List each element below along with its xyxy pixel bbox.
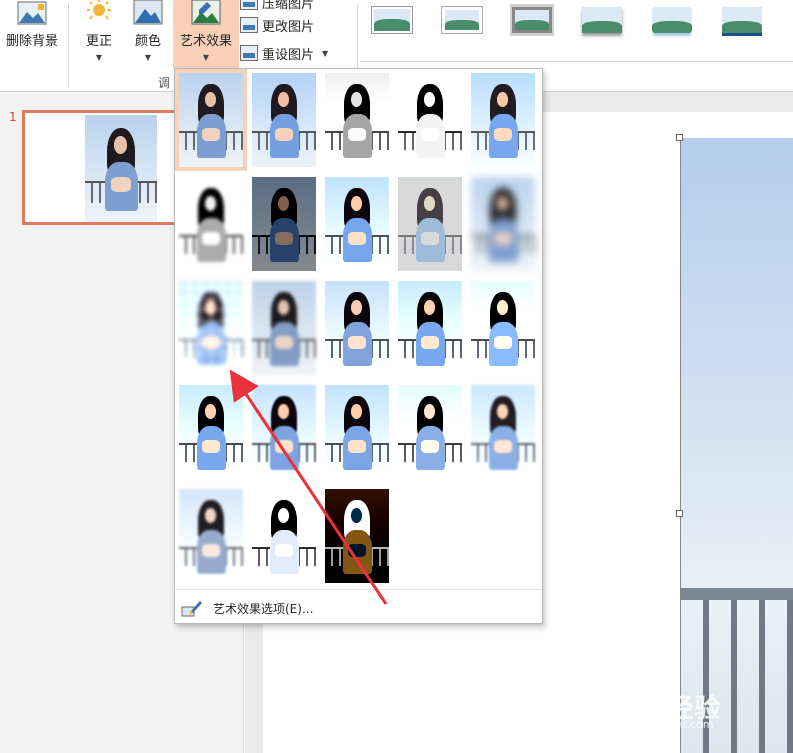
artistic-effect-picture	[471, 73, 535, 167]
artistic-effects-options-label: 艺术效果选项(E)...	[213, 601, 314, 616]
artistic-effect-picture	[398, 177, 462, 271]
artistic-effect-picture	[179, 385, 243, 479]
artistic-effect-thumbnail[interactable]	[175, 381, 247, 483]
artistic-effect-picture	[179, 489, 243, 583]
artistic-effect-thumbnail[interactable]	[321, 69, 393, 171]
artistic-effect-picture	[252, 73, 316, 167]
artistic-effects-button[interactable]: 艺术效果 ▼	[173, 0, 239, 68]
artistic-effect-thumbnail[interactable]	[321, 381, 393, 483]
artistic-effect-picture	[179, 281, 243, 375]
artistic-effects-icon	[191, 0, 221, 25]
artistic-effects-gallery: 艺术效果选项(E)...	[174, 68, 543, 624]
picture-style-item[interactable]	[370, 4, 414, 36]
slide-thumbnail[interactable]	[22, 110, 182, 225]
slide-thumbnail-picture	[85, 115, 157, 222]
gallery-separator	[175, 589, 542, 590]
reset-picture-icon	[240, 45, 258, 61]
artistic-effect-thumbnail[interactable]	[467, 277, 539, 379]
artistic-effect-thumbnail[interactable]	[175, 173, 247, 275]
artistic-effect-thumbnail[interactable]	[394, 69, 466, 171]
artistic-effect-picture	[325, 177, 389, 271]
resize-handle[interactable]	[676, 510, 683, 517]
reset-picture-label: 重设图片	[262, 47, 315, 63]
change-picture-label: 更改图片	[262, 19, 315, 35]
change-picture-button[interactable]: 更改图片	[240, 15, 314, 35]
picture-style-item[interactable]	[720, 4, 764, 36]
change-picture-icon	[240, 17, 258, 33]
chevron-down-icon: ▼	[322, 48, 329, 58]
picture-style-item[interactable]	[510, 4, 554, 36]
artistic-effect-picture	[252, 177, 316, 271]
artistic-effect-thumbnail[interactable]	[321, 485, 393, 587]
chevron-down-icon: ▼	[95, 53, 103, 62]
artistic-effect-picture	[252, 281, 316, 375]
artistic-effect-picture	[252, 489, 316, 583]
selected-picture[interactable]	[680, 138, 793, 753]
color-button[interactable]: 颜色 ▼	[126, 0, 170, 68]
picture-style-item[interactable]	[580, 4, 624, 36]
artistic-effect-thumbnail[interactable]	[394, 277, 466, 379]
artistic-effect-picture	[398, 73, 462, 167]
artistic-effect-thumbnail[interactable]	[248, 381, 320, 483]
artistic-effect-thumbnail[interactable]	[175, 485, 247, 587]
remove-background-label: 删除背景	[5, 34, 58, 49]
artistic-effects-options-item[interactable]: 艺术效果选项(E)...	[175, 593, 542, 623]
artistic-effect-thumbnail[interactable]	[321, 173, 393, 275]
color-icon	[133, 0, 163, 25]
artistic-effect-picture	[325, 73, 389, 167]
artistic-effect-picture	[325, 385, 389, 479]
picture-style-item[interactable]	[440, 4, 484, 36]
artistic-effect-thumbnail[interactable]	[467, 69, 539, 171]
artistic-effect-picture	[471, 385, 535, 479]
color-label: 颜色	[134, 34, 161, 49]
slide-number: 1	[9, 110, 17, 124]
chevron-down-icon: ▼	[144, 53, 152, 62]
artistic-effect-thumbnail[interactable]	[175, 277, 247, 379]
artistic-effect-thumbnail[interactable]	[248, 485, 320, 587]
artistic-effect-picture	[325, 489, 389, 583]
compress-pictures-label: 压缩图片	[262, 0, 315, 12]
reset-picture-button[interactable]: 重设图片 ▼	[240, 43, 328, 63]
artistic-effect-thumbnail[interactable]	[467, 173, 539, 275]
artistic-effect-picture	[471, 281, 535, 375]
corrections-label: 更正	[85, 34, 112, 49]
artistic-effect-thumbnail[interactable]	[248, 69, 320, 171]
ribbon-separator	[68, 4, 69, 88]
resize-handle[interactable]	[676, 134, 683, 141]
artistic-effect-picture	[179, 73, 243, 167]
artistic-effect-picture	[471, 177, 535, 271]
compress-pictures-button[interactable]: 压缩图片	[240, 0, 314, 12]
artistic-effect-thumbnail[interactable]	[248, 277, 320, 379]
adjust-group-label: 调	[158, 76, 171, 90]
watermark-url: jingyan.baidu.com	[612, 718, 714, 731]
artistic-effects-label: 艺术效果	[179, 34, 232, 49]
sun-icon	[87, 0, 111, 20]
chevron-down-icon: ▼	[202, 53, 210, 62]
remove-background-icon	[17, 1, 47, 25]
artistic-effect-thumbnail[interactable]	[321, 277, 393, 379]
artistic-effect-picture	[398, 385, 462, 479]
compress-icon	[240, 0, 258, 10]
artistic-effect-picture	[179, 177, 243, 271]
picture-style-item[interactable]	[650, 4, 694, 36]
paintbrush-icon	[181, 601, 202, 617]
remove-background-button[interactable]: 删除背景	[0, 0, 64, 68]
artistic-effect-thumbnail[interactable]	[394, 381, 466, 483]
artistic-effect-thumbnail[interactable]	[394, 173, 466, 275]
artistic-effect-thumbnail[interactable]	[248, 173, 320, 275]
artistic-effect-picture	[325, 281, 389, 375]
artistic-effect-picture	[398, 281, 462, 375]
artistic-effect-picture	[252, 385, 316, 479]
artistic-effect-thumbnail[interactable]	[467, 381, 539, 483]
artistic-effect-thumbnail[interactable]	[175, 69, 247, 171]
corrections-button[interactable]: 更正 ▼	[78, 0, 120, 68]
